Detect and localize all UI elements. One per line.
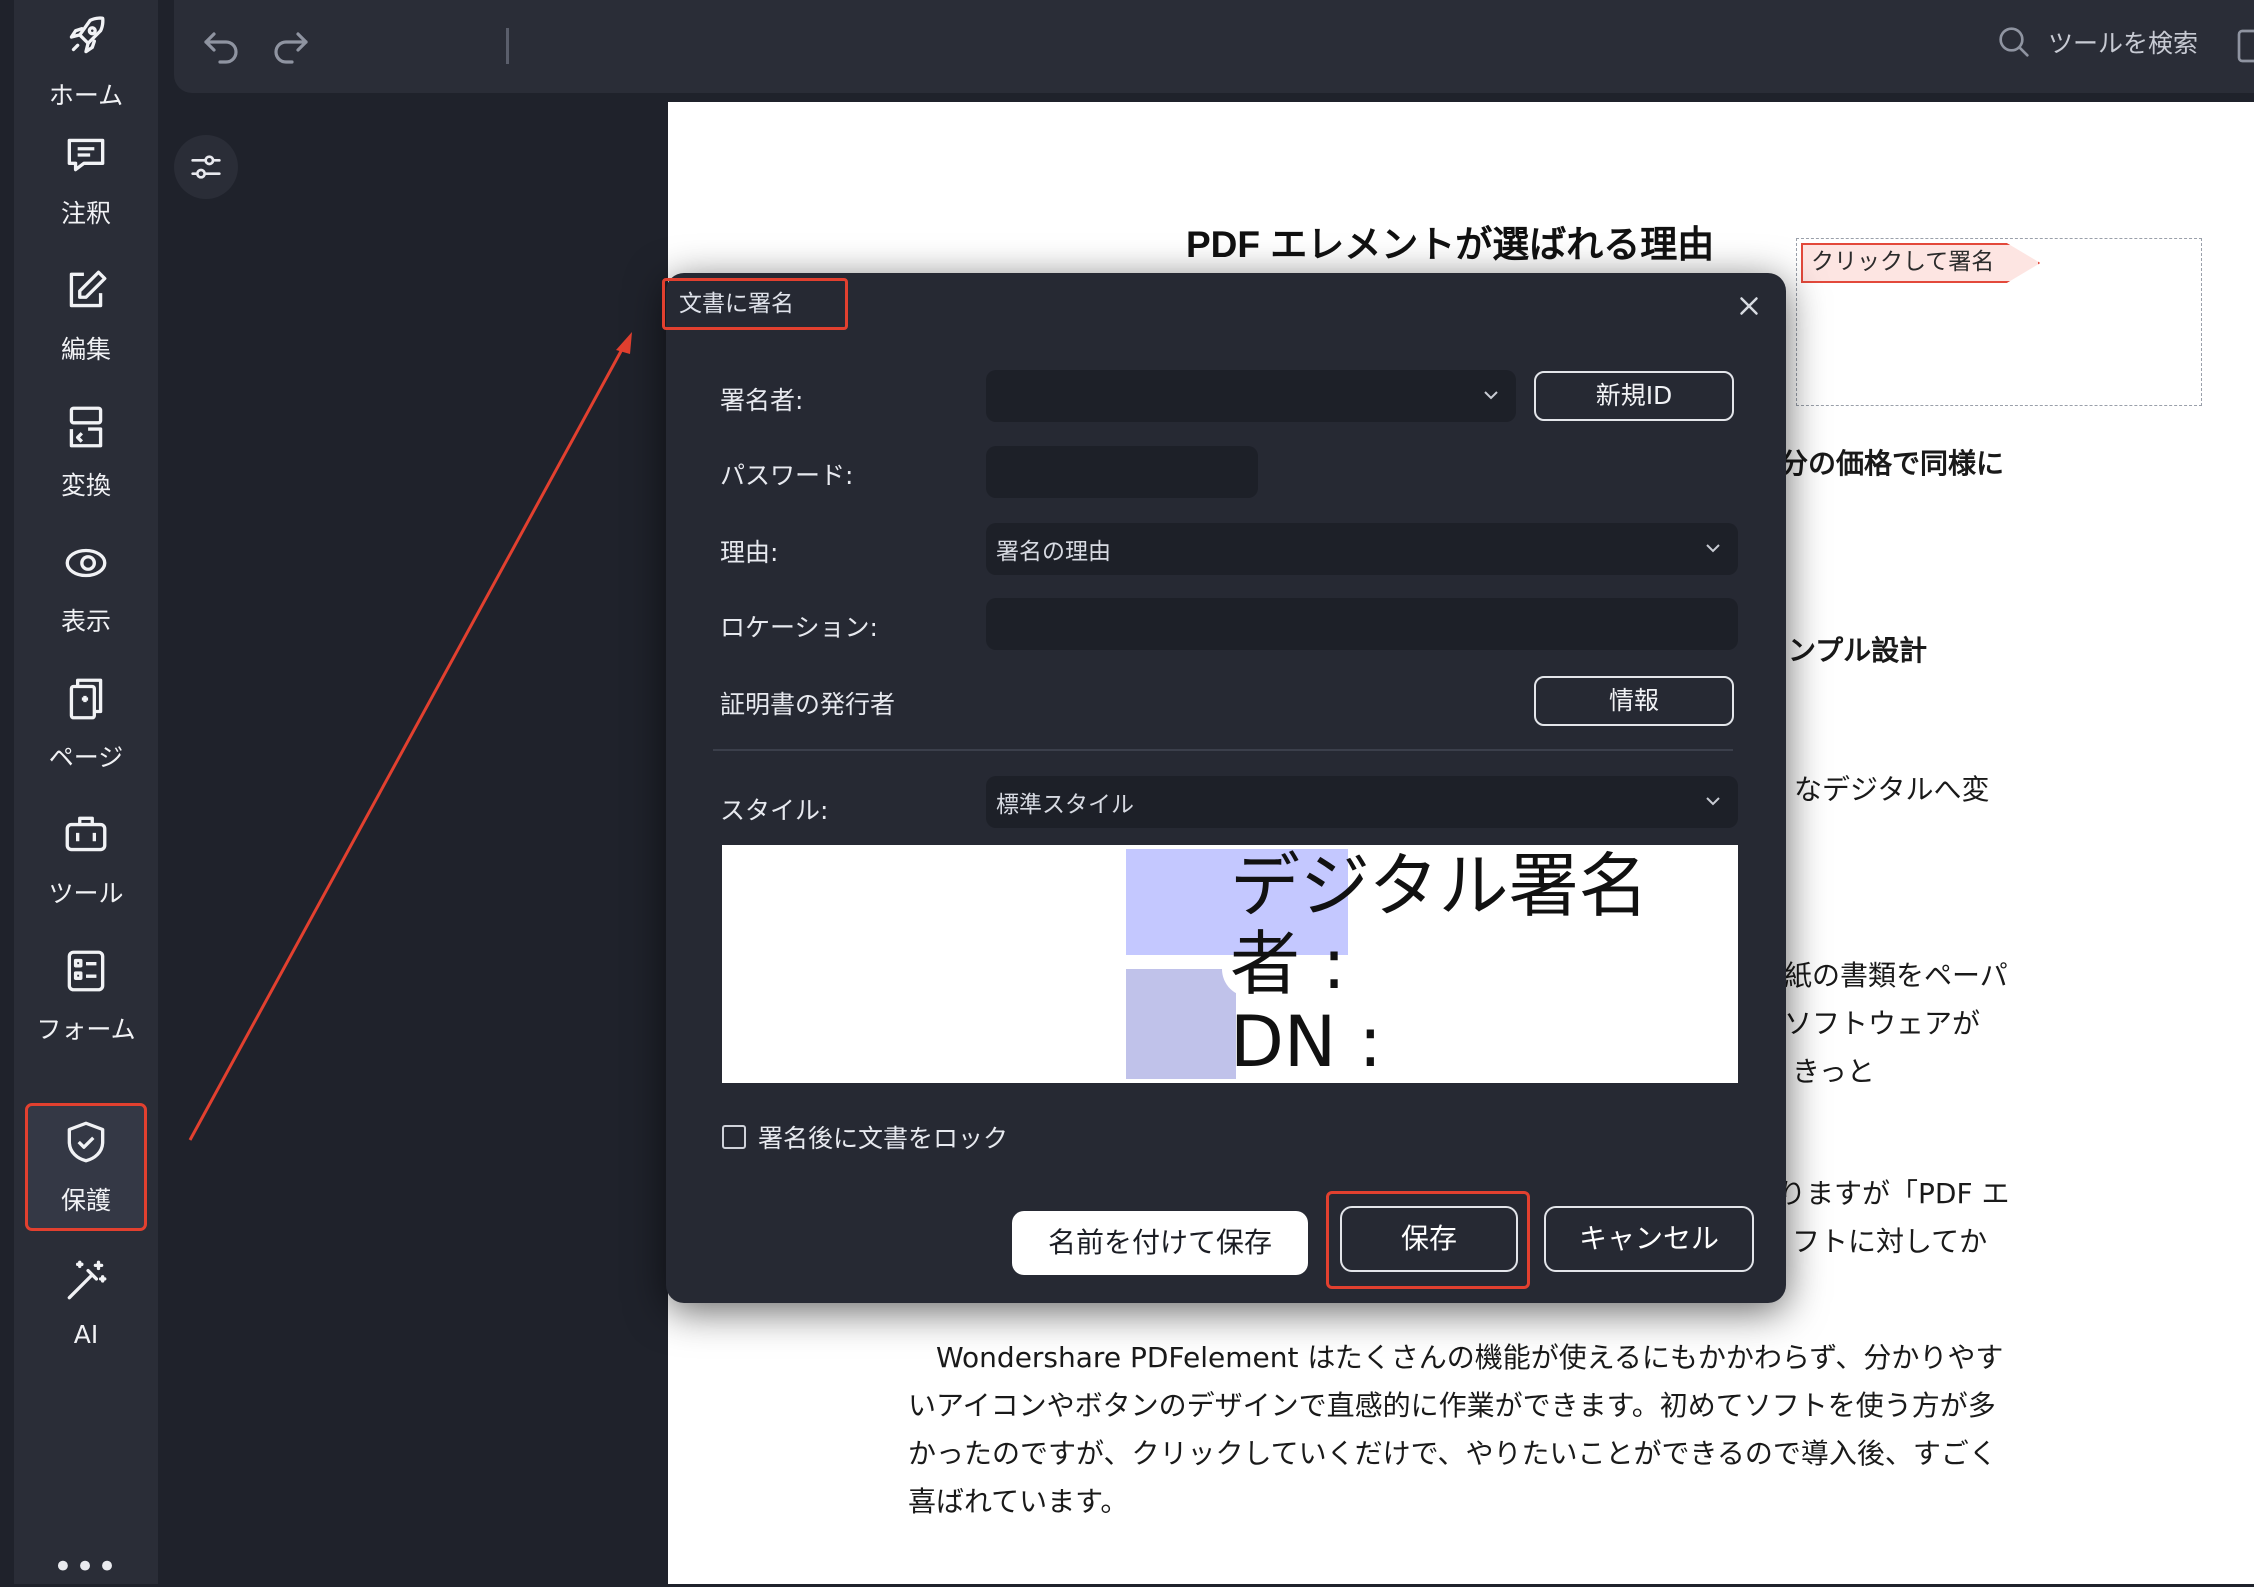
lock-after-sign-option[interactable]: 署名後に文書をロック [722,1119,1008,1155]
sidebar-item-label: 保護 [60,1186,111,1215]
sign-document-dialog: 文書に署名 署名者: 新規ID パスワード: 理由: 署名の理由 ロケーション:… [662,273,1786,1303]
save-button[interactable]: 保存 [1340,1206,1518,1272]
reason-select[interactable]: 署名の理由 [986,523,1738,575]
toolbar-divider [506,28,509,64]
style-select[interactable]: 標準スタイル [986,776,1738,828]
doc-text-fragment: りますが「PDF エ [1778,1177,2010,1210]
rocket-icon [69,16,105,54]
panel-icon[interactable] [2234,26,2254,66]
lock-label: 署名後に文書をロック [758,1124,1009,1153]
preview-line: 者 : [1230,923,1346,1005]
sidebar-item-tools[interactable]: ツール [14,798,158,922]
sidebar-item-annotate[interactable]: 注釈 [14,118,158,242]
cancel-button[interactable]: キャンセル [1544,1206,1754,1272]
sidebar-item-form[interactable]: フォーム [14,934,158,1058]
sidebar-item-label: 変換 [60,471,111,500]
reason-label: 理由: [720,538,779,567]
signer-label: 署名者: [720,386,804,415]
doc-text-fragment: きっと [1792,1055,1875,1088]
eye-icon [65,548,107,578]
location-label: ロケーション: [720,613,878,642]
close-icon[interactable] [1734,291,1764,321]
magic-wand-icon [67,1260,107,1299]
signature-preview: デジタル署名 者 : DN : [722,845,1738,1083]
signature-field[interactable]: クリックして署名 [1796,238,2202,406]
tool-search[interactable]: ツールを検索 [1994,22,2198,62]
password-label: パスワード: [720,461,854,490]
left-sidebar: ホーム 注釈 編集 変換 表示 ページ ツール フォーム 保護 AI ••• [14,0,158,1584]
preview-text: デジタル署名 者 : DN : [1230,847,1649,1081]
doc-text-fragment: ンプル設計 [1788,634,1928,667]
signer-select[interactable] [986,370,1516,422]
edit-icon [69,270,107,308]
save-as-button[interactable]: 名前を付けて保存 [1012,1211,1308,1275]
document-paragraph: Wondershare PDFelement はたくさんの機能が使えるにもかかわ… [908,1341,2004,1518]
top-toolbar: ツールを検索 [174,0,2254,93]
document-title: PDF エレメントが選ばれる理由 [1186,224,1715,265]
style-value: 標準スタイル [996,792,1134,818]
form-icon [67,950,105,992]
search-label: ツールを検索 [2048,29,2199,58]
doc-text-fragment: 分の価格で同様に [1780,447,2005,480]
convert-icon [69,406,103,448]
sidebar-item-home[interactable]: ホーム [14,0,158,124]
sidebar-item-view[interactable]: 表示 [14,526,158,650]
sliders-icon [191,155,221,179]
sidebar-item-label: 編集 [60,335,111,364]
sidebar-item-label: 注釈 [60,199,111,228]
sidebar-item-label: ツール [48,879,124,908]
sidebar-item-label: AI [73,1319,99,1349]
sidebar-item-protect[interactable]: 保護 [25,1103,147,1231]
preview-logo-block [1126,969,1250,1079]
preview-line: デジタル署名 [1230,845,1649,927]
sidebar-item-edit[interactable]: 編集 [14,254,158,378]
dialog-divider [713,749,1733,751]
style-label: スタイル: [720,796,829,825]
chevron-down-icon [1706,797,1720,806]
chevron-down-icon [1484,391,1498,400]
lock-checkbox[interactable] [722,1125,746,1149]
sidebar-item-label: フォーム [36,1015,136,1044]
shield-check-icon [67,1121,105,1163]
sidebar-item-convert[interactable]: 変換 [14,390,158,514]
doc-text-fragment: なデジタルへ変 [1794,773,1990,806]
dialog-title: 文書に署名 [662,278,848,330]
sidebar-item-label: ページ [48,743,124,772]
click-to-sign-tag[interactable]: クリックして署名 [1801,243,2041,283]
comment-icon [67,138,105,172]
password-field[interactable] [986,446,1258,498]
pages-icon [69,678,103,720]
toolbox-icon [65,816,107,852]
reason-value: 署名の理由 [996,539,1111,565]
doc-text-fragment: 紙の書類をペーパ [1784,959,2008,992]
info-button[interactable]: 情報 [1534,676,1734,726]
certificate-issuer-label: 証明書の発行者 [720,690,896,719]
new-id-button[interactable]: 新規ID [1534,371,1734,421]
sidebar-item-label: ホーム [48,81,124,110]
doc-text-fragment: ソフトウェアが [1784,1007,1981,1040]
sidebar-item-ai[interactable]: AI [14,1240,158,1364]
doc-text-fragment: フトに対してか [1792,1225,1988,1258]
location-field[interactable] [986,598,1738,650]
more-icon[interactable]: ••• [14,1550,158,1584]
display-settings-button[interactable] [174,135,238,199]
undo-icon[interactable] [198,22,246,70]
sidebar-item-pages[interactable]: ページ [14,662,158,786]
redo-icon[interactable] [266,22,314,70]
search-icon [1999,27,2029,57]
sidebar-item-label: 表示 [60,607,111,636]
preview-line: DN : [1230,1001,1383,1083]
chevron-down-icon [1706,544,1720,553]
